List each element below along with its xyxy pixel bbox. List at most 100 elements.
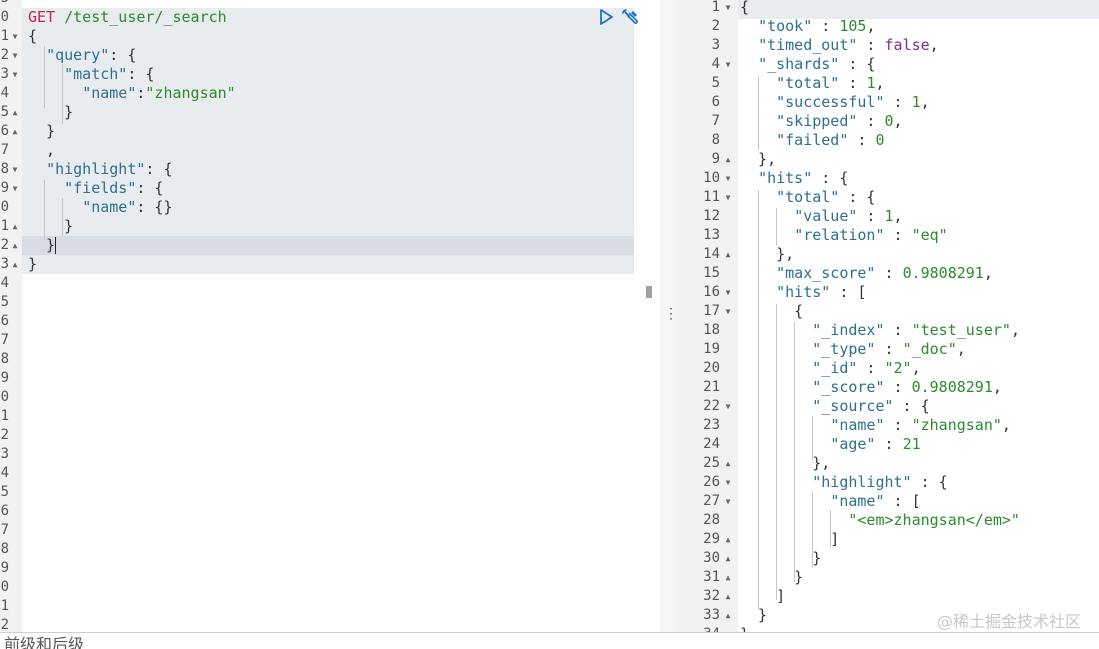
text-cursor bbox=[55, 237, 56, 254]
line-number: 21 bbox=[703, 379, 720, 395]
line-number: 14 bbox=[703, 246, 720, 262]
fold-end-icon[interactable]: ▲ bbox=[10, 122, 20, 141]
fold-collapse-icon[interactable]: ▼ bbox=[722, 188, 734, 207]
response-line: "_index" : "test_user", bbox=[812, 321, 1020, 339]
fold-collapse-icon[interactable]: ▼ bbox=[722, 397, 734, 416]
line-number: 7 bbox=[0, 142, 9, 158]
fold-end-icon[interactable]: ▲ bbox=[722, 568, 734, 587]
line-number: 8 bbox=[711, 132, 720, 148]
request-line: GET /test_user/_search bbox=[28, 8, 227, 27]
line-number: 1 bbox=[711, 0, 720, 15]
fold-collapse-icon[interactable]: ▼ bbox=[722, 492, 734, 511]
request-line: } bbox=[28, 217, 74, 235]
line-number: 25 bbox=[703, 455, 720, 471]
response-line: "took" : 105, bbox=[758, 17, 876, 35]
line-number: 1 bbox=[0, 28, 9, 44]
fold-end-icon[interactable]: ▲ bbox=[10, 236, 20, 255]
fold-end-icon[interactable]: ▲ bbox=[722, 245, 734, 264]
indent-guide bbox=[758, 190, 759, 610]
line-number: 3 bbox=[0, 256, 9, 272]
wrench-icon[interactable] bbox=[620, 8, 640, 28]
fold-end-icon[interactable]: ▲ bbox=[722, 150, 734, 169]
response-line: }, bbox=[740, 245, 795, 263]
fold-end-icon[interactable]: ▲ bbox=[722, 587, 734, 606]
request-method: GET bbox=[28, 8, 56, 26]
response-line: "name" : "zhangsan", bbox=[830, 416, 1011, 434]
request-line: "name": {} bbox=[82, 198, 173, 216]
line-number: 19 bbox=[703, 341, 720, 357]
indent-guide bbox=[812, 416, 813, 460]
fold-end-icon[interactable]: ▲ bbox=[10, 255, 20, 274]
active-line-highlight bbox=[22, 236, 634, 255]
fold-end-icon[interactable]: ▲ bbox=[10, 103, 20, 122]
line-number: 0 bbox=[0, 579, 9, 595]
fold-collapse-icon[interactable]: ▼ bbox=[10, 160, 20, 179]
line-number: 1 bbox=[0, 408, 9, 424]
fold-end-icon[interactable]: ▲ bbox=[722, 549, 734, 568]
line-number: 6 bbox=[0, 123, 9, 139]
scrollbar-thumb[interactable] bbox=[646, 286, 652, 298]
line-number: 20 bbox=[703, 360, 720, 376]
request-line: "name":"zhangsan" bbox=[82, 84, 236, 102]
fold-collapse-icon[interactable]: ▼ bbox=[722, 169, 734, 188]
line-number: 33 bbox=[703, 607, 720, 623]
line-number: 30 bbox=[703, 550, 720, 566]
line-number: 13 bbox=[703, 227, 720, 243]
line-number: 1 bbox=[0, 598, 9, 614]
response-line: "age" : 21 bbox=[830, 435, 921, 453]
line-number: 3 bbox=[0, 66, 9, 82]
line-number: 10 bbox=[703, 170, 720, 186]
fold-collapse-icon[interactable]: ▼ bbox=[10, 27, 20, 46]
response-line: "value" : 1, bbox=[794, 207, 903, 225]
fold-collapse-icon[interactable]: ▼ bbox=[722, 283, 734, 302]
fold-collapse-icon[interactable]: ▼ bbox=[10, 46, 20, 65]
response-line: "hits" : { bbox=[758, 169, 849, 187]
fold-end-icon[interactable]: ▲ bbox=[10, 217, 20, 236]
response-line: "_score" : 0.9808291, bbox=[812, 378, 1002, 396]
response-line: "<em>zhangsan</em>" bbox=[848, 511, 1020, 529]
fold-end-icon[interactable]: ▲ bbox=[722, 530, 734, 549]
request-editor[interactable]: 5012345678901234567890123456789012▼▼▼▲▲▼… bbox=[0, 0, 660, 632]
fold-end-icon[interactable]: ▲ bbox=[722, 454, 734, 473]
line-number: 5 bbox=[711, 75, 720, 91]
indent-guide bbox=[758, 76, 759, 150]
response-line: "relation" : "eq" bbox=[794, 226, 948, 244]
response-viewer[interactable]: 1 ▼ 2 3 4 ▼ 5 6 7 8 9 ▲ 10 ▼ 11 ▼ 12 13 14 ▲ 15 16 ▼ 17 ▼ 18 19 20 2… bbox=[676, 0, 1099, 632]
watermark: @稀土掘金技术社区 bbox=[936, 612, 1081, 631]
pane-divider[interactable]: ⋮ bbox=[660, 0, 678, 632]
line-number: 5 bbox=[0, 484, 9, 500]
line-number: 28 bbox=[703, 512, 720, 528]
fold-collapse-icon[interactable]: ▼ bbox=[722, 302, 734, 321]
fold-collapse-icon[interactable]: ▼ bbox=[722, 55, 734, 74]
line-number: 5 bbox=[0, 104, 9, 120]
fold-collapse-icon[interactable]: ▼ bbox=[10, 65, 20, 84]
line-number: 7 bbox=[0, 522, 9, 538]
line-number: 4 bbox=[0, 275, 9, 291]
line-number: 34 bbox=[676, 625, 720, 632]
indent-guide bbox=[776, 304, 777, 600]
response-line: "highlight" : { bbox=[812, 473, 948, 491]
line-number: 2 bbox=[0, 47, 9, 63]
response-line: "failed" : 0 bbox=[776, 131, 885, 149]
line-number: 2 bbox=[0, 617, 9, 632]
response-line: "max_score" : 0.9808291, bbox=[776, 264, 993, 282]
fold-collapse-icon[interactable]: ▼ bbox=[722, 473, 734, 492]
response-line: "total" : 1, bbox=[776, 74, 885, 92]
line-number: 15 bbox=[703, 265, 720, 281]
line-number: 22 bbox=[703, 398, 720, 414]
fold-collapse-icon[interactable]: ▼ bbox=[722, 0, 734, 17]
line-number: 16 bbox=[703, 284, 720, 300]
line-number: 32 bbox=[703, 588, 720, 604]
bottom-bar: 前级和后级 bbox=[0, 632, 1099, 649]
line-number: 8 bbox=[0, 161, 9, 177]
line-number: 24 bbox=[703, 436, 720, 452]
line-number: 6 bbox=[0, 503, 9, 519]
line-number: 9 bbox=[0, 370, 9, 386]
line-number: 2 bbox=[711, 18, 720, 34]
fold-end-icon[interactable]: ▲ bbox=[722, 606, 734, 625]
drag-handle-icon[interactable]: ⋮ bbox=[664, 306, 678, 322]
request-line: } bbox=[28, 103, 74, 121]
fold-collapse-icon[interactable]: ▼ bbox=[10, 179, 20, 198]
fold-end-icon[interactable]: ▲ bbox=[722, 625, 734, 632]
play-icon[interactable] bbox=[598, 8, 614, 26]
